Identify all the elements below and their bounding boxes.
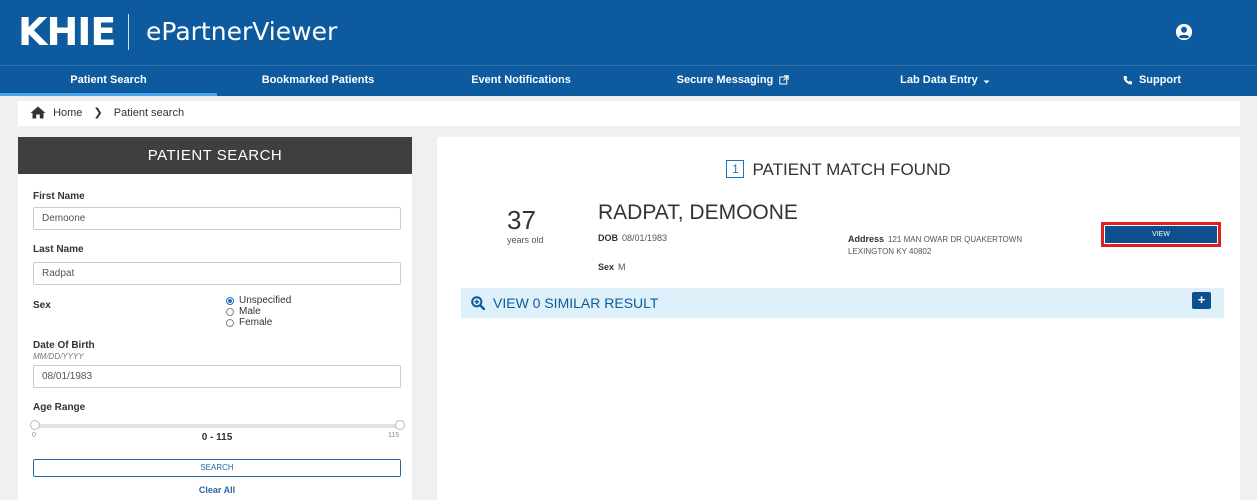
patient-dob: DOB 08/01/1983: [598, 233, 667, 243]
clear-all-link[interactable]: Clear All: [33, 485, 401, 495]
radio-label: Unspecified: [239, 295, 292, 306]
nav-lab-data-entry[interactable]: Lab Data Entry: [843, 66, 1047, 96]
match-heading-text: PATIENT MATCH FOUND: [752, 160, 951, 179]
radio-unspecified[interactable]: [226, 296, 234, 305]
match-count-badge: 1: [726, 160, 745, 178]
view-button-highlight: VIEW: [1101, 222, 1221, 247]
zoom-in-icon: [471, 296, 485, 310]
dob-field-label: DOB: [598, 233, 618, 243]
dob-label: Date Of Birth: [33, 340, 95, 351]
app-title: ePartnerViewer: [146, 17, 338, 46]
sex-option-unspecified[interactable]: Unspecified: [226, 295, 291, 306]
radio-label: Female: [239, 317, 273, 328]
similar-results-text: VIEW 0 SIMILAR RESULT: [493, 295, 659, 311]
nav-secure-messaging[interactable]: Secure Messaging: [623, 66, 843, 96]
khie-logo[interactable]: KHIE: [18, 10, 116, 54]
dob-format-hint: MM/DD/YYYY: [33, 352, 84, 361]
patient-name: RADPAT, DEMOONE: [598, 201, 798, 224]
nav-label: Bookmarked Patients: [261, 74, 375, 86]
sex-option-female[interactable]: Female: [226, 317, 291, 328]
match-heading: 1 PATIENT MATCH FOUND: [437, 160, 1240, 180]
first-name-label: First Name: [33, 191, 85, 202]
phone-icon: [1123, 76, 1132, 85]
first-name-input[interactable]: [33, 207, 401, 230]
home-icon[interactable]: [30, 106, 46, 119]
breadcrumb-home[interactable]: Home: [53, 107, 82, 119]
radio-label: Male: [239, 306, 261, 317]
dob-input[interactable]: [33, 365, 401, 388]
last-name-input[interactable]: [33, 262, 401, 285]
breadcrumb: Home ❯ Patient search: [18, 101, 1240, 126]
radio-female[interactable]: [226, 318, 234, 327]
similar-results-bar[interactable]: VIEW 0 SIMILAR RESULT +: [461, 288, 1224, 318]
patient-sex: Sex M: [598, 262, 626, 272]
age-range-max-handle[interactable]: [395, 420, 405, 430]
address-line1: 121 MAN OWAR DR QUAKERTOWN: [888, 235, 1023, 244]
sex-option-male[interactable]: Male: [226, 306, 291, 317]
age-range-label: Age Range: [33, 402, 86, 413]
address-line2: LEXINGTON KY 40802: [848, 247, 932, 256]
age-range-min-handle[interactable]: [30, 420, 40, 430]
dob-field-value: 08/01/1983: [622, 233, 668, 243]
patient-address: Address 121 MAN OWAR DR QUAKERTOWN LEXING…: [848, 233, 1022, 258]
logo-divider: [128, 14, 129, 50]
nav-label: Patient Search: [70, 74, 147, 86]
sex-radio-group: Unspecified Male Female: [226, 295, 291, 328]
nav-patient-search[interactable]: Patient Search: [0, 66, 217, 96]
expand-button[interactable]: +: [1192, 292, 1211, 309]
sex-field-label: Sex: [598, 262, 615, 272]
patient-age-unit: years old: [507, 235, 544, 245]
nav-label: Lab Data Entry: [900, 74, 978, 86]
patient-age: 37: [507, 205, 536, 235]
caret-down-icon: [983, 80, 990, 84]
nav-bookmarked-patients[interactable]: Bookmarked Patients: [217, 66, 419, 96]
panel-title: PATIENT SEARCH: [18, 137, 412, 174]
sex-label: Sex: [33, 300, 51, 311]
nav-label: Event Notifications: [471, 74, 571, 86]
patient-search-panel: PATIENT SEARCH First Name Last Name Sex …: [18, 137, 412, 500]
nav-support[interactable]: Support: [1047, 66, 1257, 96]
nav-event-notifications[interactable]: Event Notifications: [419, 66, 623, 96]
address-field-label: Address: [848, 234, 885, 244]
view-button[interactable]: VIEW: [1105, 226, 1217, 243]
user-account-icon[interactable]: [1175, 23, 1193, 41]
breadcrumb-current: Patient search: [113, 107, 185, 119]
chevron-right-icon: ❯: [93, 107, 103, 119]
results-panel: 1 PATIENT MATCH FOUND 37 years old RADPAT…: [437, 137, 1240, 500]
last-name-label: Last Name: [33, 244, 84, 255]
app-header: KHIE ePartnerViewer: [0, 0, 1257, 65]
radio-male[interactable]: [226, 307, 234, 316]
search-button[interactable]: SEARCH: [33, 459, 401, 477]
age-range-slider-track[interactable]: [33, 424, 401, 428]
external-link-icon: [779, 75, 790, 85]
nav-label: Secure Messaging: [676, 74, 774, 86]
age-range-text: 0 - 115: [201, 432, 233, 443]
main-nav: Patient Search Bookmarked Patients Event…: [0, 65, 1257, 96]
sex-field-value: M: [618, 262, 626, 272]
nav-label: Support: [1138, 74, 1182, 86]
